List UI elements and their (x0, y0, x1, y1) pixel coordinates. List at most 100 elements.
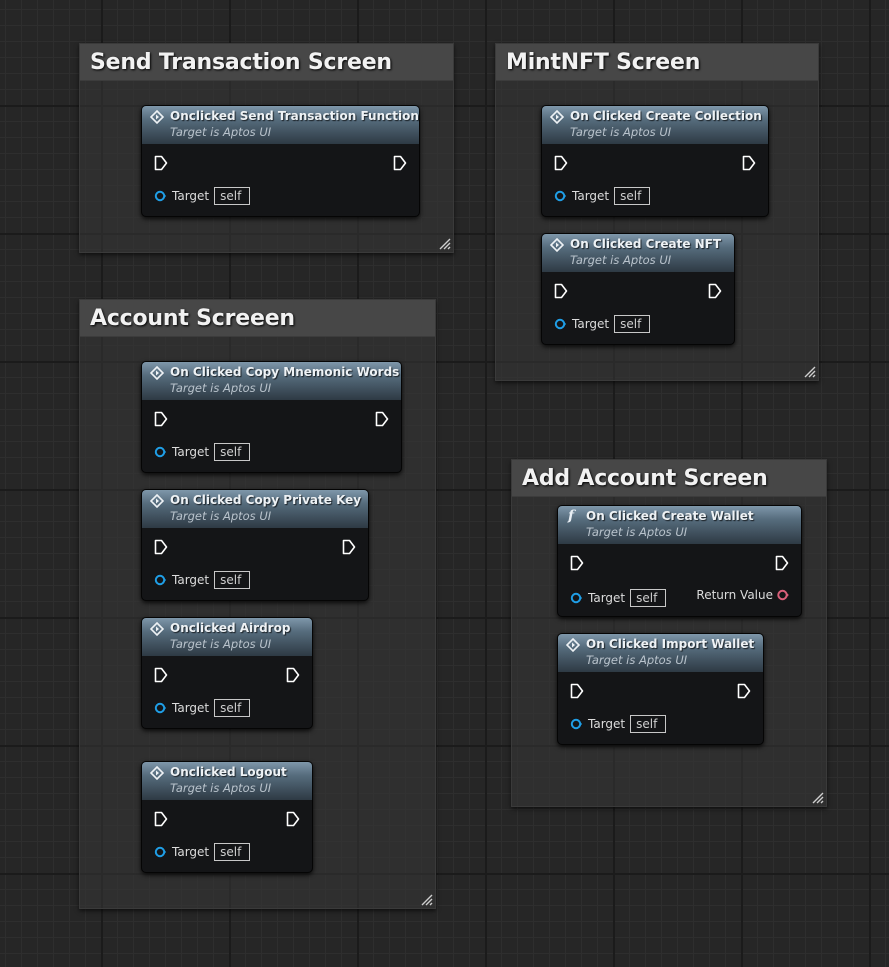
object-pin-icon[interactable] (570, 718, 582, 730)
node-title: On Clicked Create NFT (570, 237, 722, 251)
function-icon: f (568, 508, 575, 524)
exec-out-pin-icon[interactable] (393, 155, 407, 171)
object-pin-icon[interactable] (154, 846, 166, 858)
comment-title: MintNFT Screen (506, 49, 701, 75)
exec-out-pin-icon[interactable] (708, 283, 722, 299)
target-self-value[interactable]: self (214, 187, 251, 205)
event-node-copy-private-key[interactable]: On Clicked Copy Private Key Target is Ap… (141, 489, 369, 601)
pin-label: Target (588, 591, 626, 605)
resize-handle-icon[interactable] (804, 366, 816, 378)
target-self-value[interactable]: self (614, 187, 651, 205)
object-pin-icon[interactable] (154, 702, 166, 714)
node-title: Onclicked Logout (170, 765, 287, 779)
node-title: On Clicked Copy Mnemonic Words (170, 365, 400, 379)
comment-header[interactable]: Account Screeen (80, 300, 435, 337)
pin-label: Target (572, 189, 610, 203)
target-self-value[interactable]: self (630, 589, 667, 607)
return-value-label: Return Value (696, 588, 773, 602)
event-icon (150, 110, 164, 124)
exec-out-pin-icon[interactable] (286, 811, 300, 827)
exec-in-pin-icon[interactable] (154, 155, 168, 171)
node-header[interactable]: On Clicked Copy Private Key Target is Ap… (142, 490, 368, 528)
node-header[interactable]: On Clicked Create Collection Target is A… (542, 106, 768, 144)
target-self-value[interactable]: self (630, 715, 667, 733)
node-header[interactable]: On Clicked Create NFT Target is Aptos UI (542, 234, 734, 272)
node-subtitle: Target is Aptos UI (570, 253, 672, 267)
exec-out-pin-icon[interactable] (742, 155, 756, 171)
target-pin-row: Target self (554, 187, 651, 205)
event-node-create-nft[interactable]: On Clicked Create NFT Target is Aptos UI… (541, 233, 735, 345)
event-node-logout[interactable]: Onclicked Logout Target is Aptos UI Targ… (141, 761, 313, 873)
node-title: Onclicked Airdrop (170, 621, 291, 635)
exec-out-pin-icon[interactable] (775, 555, 789, 571)
target-self-value[interactable]: self (214, 571, 251, 589)
node-header[interactable]: f On Clicked Create Wallet Target is Apt… (558, 506, 801, 544)
event-node-send-transaction[interactable]: Onclicked Send Transaction Function Targ… (141, 105, 420, 217)
object-pin-icon[interactable] (154, 574, 166, 586)
comment-title: Account Screeen (90, 305, 295, 331)
target-pin-row: Target self (154, 571, 251, 589)
object-pin-icon[interactable] (554, 318, 566, 330)
exec-out-pin-icon[interactable] (286, 667, 300, 683)
pin-label: Target (588, 717, 626, 731)
target-self-value[interactable]: self (614, 315, 651, 333)
node-title: On Clicked Import Wallet (586, 637, 755, 651)
target-self-value[interactable]: self (214, 443, 251, 461)
node-header[interactable]: On Clicked Copy Mnemonic Words Target is… (142, 362, 401, 400)
exec-in-pin-icon[interactable] (554, 283, 568, 299)
event-node-copy-mnemonic[interactable]: On Clicked Copy Mnemonic Words Target is… (141, 361, 402, 473)
target-pin-row: Target self (570, 589, 667, 607)
exec-in-pin-icon[interactable] (554, 155, 568, 171)
event-icon (150, 766, 164, 780)
object-pin-icon[interactable] (554, 190, 566, 202)
event-icon (150, 366, 164, 380)
exec-in-pin-icon[interactable] (154, 667, 168, 683)
exec-in-pin-icon[interactable] (570, 683, 584, 699)
node-subtitle: Target is Aptos UI (570, 125, 672, 139)
pin-label: Target (572, 317, 610, 331)
comment-header[interactable]: MintNFT Screen (496, 44, 818, 81)
node-header[interactable]: On Clicked Import Wallet Target is Aptos… (558, 634, 763, 672)
exec-in-pin-icon[interactable] (154, 811, 168, 827)
event-node-airdrop[interactable]: Onclicked Airdrop Target is Aptos UI Tar… (141, 617, 313, 729)
comment-header[interactable]: Send Transaction Screen (80, 44, 453, 81)
event-node-import-wallet[interactable]: On Clicked Import Wallet Target is Aptos… (557, 633, 764, 745)
object-pin-icon[interactable] (570, 592, 582, 604)
function-node-create-wallet[interactable]: f On Clicked Create Wallet Target is Apt… (557, 505, 802, 617)
node-header[interactable]: Onclicked Send Transaction Function Targ… (142, 106, 419, 144)
resize-handle-icon[interactable] (439, 238, 451, 250)
node-title: Onclicked Send Transaction Function (170, 109, 419, 123)
exec-in-pin-icon[interactable] (154, 411, 168, 427)
pin-label: Target (172, 189, 210, 203)
event-icon (550, 110, 564, 124)
object-pin-icon[interactable] (154, 446, 166, 458)
exec-in-pin-icon[interactable] (570, 555, 584, 571)
event-icon (550, 238, 564, 252)
pin-label: Target (172, 845, 210, 859)
node-header[interactable]: Onclicked Airdrop Target is Aptos UI (142, 618, 312, 656)
target-self-value[interactable]: self (214, 843, 251, 861)
exec-in-pin-icon[interactable] (154, 539, 168, 555)
comment-header[interactable]: Add Account Screen (512, 460, 826, 497)
exec-out-pin-icon[interactable] (375, 411, 389, 427)
comment-title: Send Transaction Screen (90, 49, 392, 75)
node-subtitle: Target is Aptos UI (170, 637, 272, 651)
return-pin-icon[interactable] (777, 589, 789, 601)
exec-out-pin-icon[interactable] (737, 683, 751, 699)
target-self-value[interactable]: self (214, 699, 251, 717)
node-subtitle: Target is Aptos UI (170, 781, 272, 795)
resize-handle-icon[interactable] (812, 792, 824, 804)
node-subtitle: Target is Aptos UI (170, 381, 272, 395)
target-pin-row: Target self (154, 187, 251, 205)
node-header[interactable]: Onclicked Logout Target is Aptos UI (142, 762, 312, 800)
comment-title: Add Account Screen (522, 465, 768, 491)
exec-out-pin-icon[interactable] (342, 539, 356, 555)
node-title: On Clicked Create Wallet (586, 509, 754, 523)
event-node-create-collection[interactable]: On Clicked Create Collection Target is A… (541, 105, 769, 217)
object-pin-icon[interactable] (154, 190, 166, 202)
node-title: On Clicked Create Collection (570, 109, 762, 123)
resize-handle-icon[interactable] (421, 894, 433, 906)
return-value-pin-row: Return Value (696, 587, 789, 603)
node-subtitle: Target is Aptos UI (170, 509, 272, 523)
target-pin-row: Target self (154, 443, 251, 461)
